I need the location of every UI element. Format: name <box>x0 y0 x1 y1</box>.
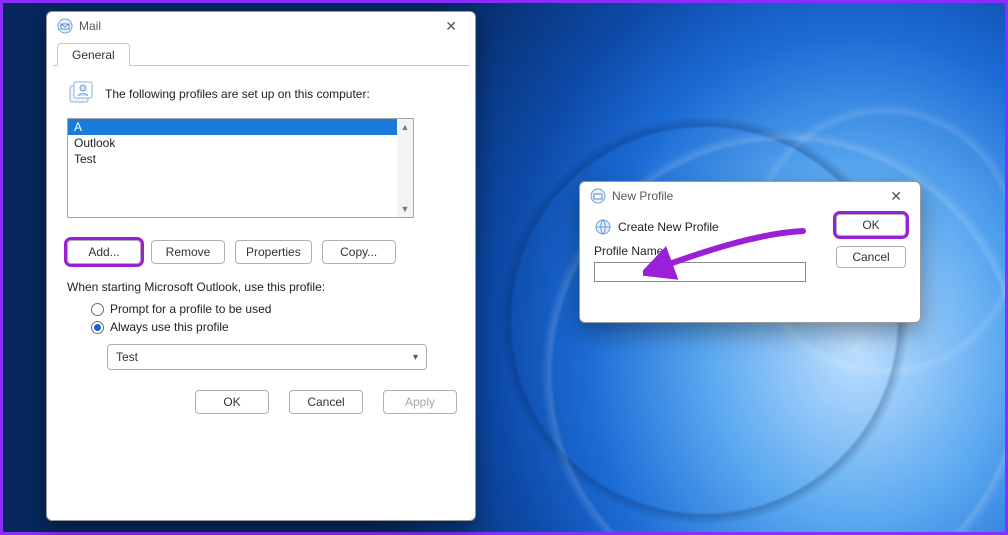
intro-text: The following profiles are set up on thi… <box>105 87 370 101</box>
ok-button[interactable]: OK <box>195 390 269 414</box>
scrollbar[interactable]: ▲ ▼ <box>397 119 413 217</box>
new-profile-titlebar[interactable]: New Profile ✕ <box>580 182 920 210</box>
add-button[interactable]: Add... <box>67 240 141 264</box>
properties-button[interactable]: Properties <box>235 240 312 264</box>
start-profile-label: When starting Microsoft Outlook, use thi… <box>67 280 455 294</box>
radio-icon <box>91 303 104 316</box>
profile-name-input[interactable] <box>594 262 806 282</box>
mail-titlebar[interactable]: Mail ✕ <box>47 12 475 40</box>
remove-button[interactable]: Remove <box>151 240 225 264</box>
radio-icon <box>91 321 104 334</box>
profiles-listbox[interactable]: A Outlook Test ▲ ▼ <box>67 118 414 218</box>
list-item[interactable]: Test <box>68 151 413 167</box>
mail-icon <box>57 18 73 34</box>
new-profile-dialog: New Profile ✕ Create New Profile Profile… <box>579 181 921 323</box>
close-button[interactable]: ✕ <box>882 186 910 207</box>
cancel-button[interactable]: Cancel <box>836 246 906 268</box>
close-button[interactable]: ✕ <box>437 16 465 37</box>
mail-icon <box>590 188 606 204</box>
mail-title: Mail <box>79 19 101 33</box>
apply-button: Apply <box>383 390 457 414</box>
tab-general[interactable]: General <box>57 43 130 66</box>
radio-always[interactable]: Always use this profile <box>91 320 455 334</box>
ok-button[interactable]: OK <box>836 214 906 236</box>
radio-prompt-label: Prompt for a profile to be used <box>110 302 271 316</box>
globe-icon <box>594 218 612 236</box>
close-icon: ✕ <box>445 18 457 34</box>
close-icon: ✕ <box>890 188 902 204</box>
copy-button[interactable]: Copy... <box>322 240 396 264</box>
list-item[interactable]: Outlook <box>68 135 413 151</box>
scroll-up-icon[interactable]: ▲ <box>397 119 413 135</box>
mail-dialog: Mail ✕ General The following profiles ar… <box>46 11 476 521</box>
chevron-down-icon: ▾ <box>413 352 418 363</box>
radio-always-label: Always use this profile <box>110 320 229 334</box>
profiles-icon <box>67 80 95 108</box>
list-item[interactable]: A <box>68 119 413 135</box>
radio-prompt[interactable]: Prompt for a profile to be used <box>91 302 455 316</box>
profile-combo[interactable]: Test ▾ <box>107 344 427 370</box>
profile-combo-value: Test <box>116 350 138 364</box>
scroll-down-icon[interactable]: ▼ <box>397 201 413 217</box>
new-profile-title: New Profile <box>612 189 673 203</box>
create-profile-heading: Create New Profile <box>618 220 719 234</box>
profile-name-label: Profile Name: <box>594 244 822 258</box>
cancel-button[interactable]: Cancel <box>289 390 363 414</box>
